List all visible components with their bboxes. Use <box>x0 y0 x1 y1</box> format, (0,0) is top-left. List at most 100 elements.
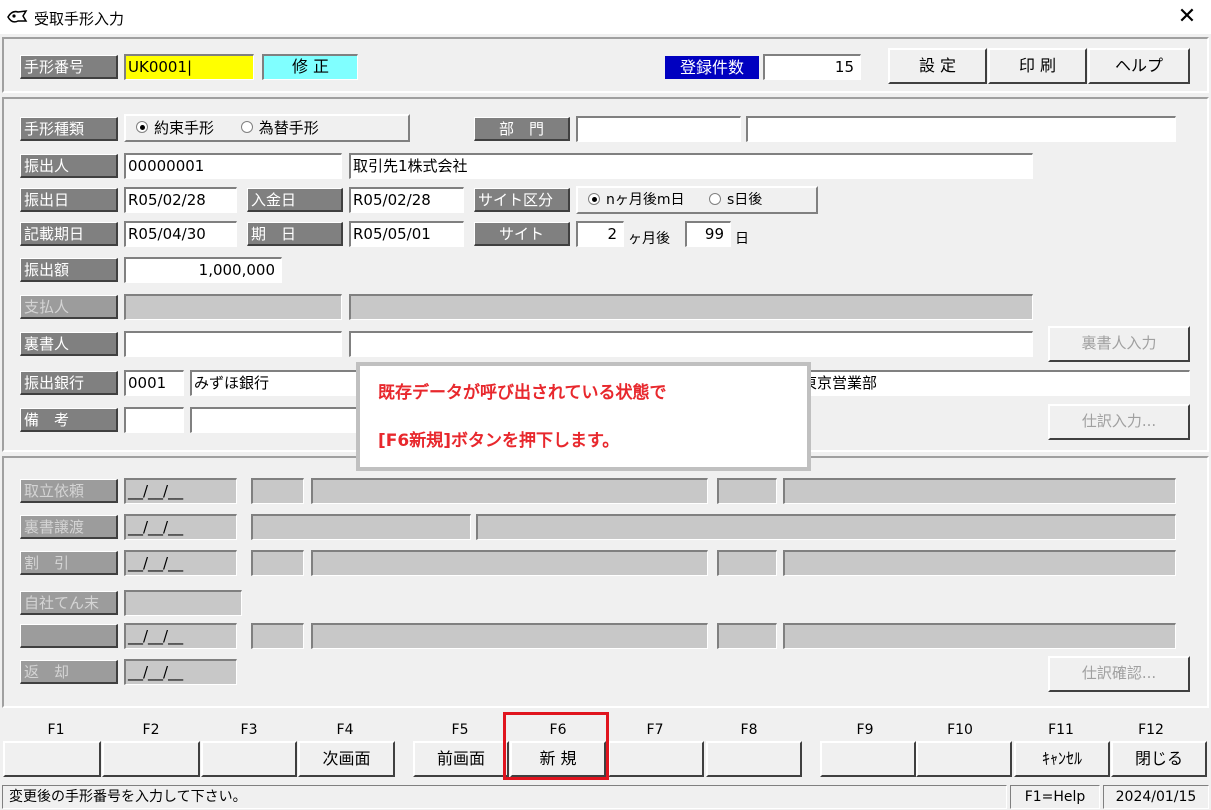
issue-date-label: 振出日 <box>20 188 118 212</box>
discount-code <box>251 550 304 576</box>
fkey-label-f3: F3 <box>240 722 258 738</box>
endorser-input-button[interactable]: 裏書人入力 <box>1048 326 1190 362</box>
blank-row-code2 <box>717 623 777 649</box>
annotation-line-2: [F6新規]ボタンを押下します。 <box>378 431 620 451</box>
fkey-button-f1[interactable] <box>3 741 101 777</box>
return-date: __/__/__ <box>124 659 237 685</box>
bank-name-input[interactable]: みずほ銀行 <box>190 370 365 396</box>
fkey-label-f9: F9 <box>856 722 874 738</box>
payer-code-input <box>124 294 342 320</box>
count-value: 15 <box>763 54 861 80</box>
radio-n-months[interactable]: nヶ月後m日 <box>588 192 685 208</box>
fkey-button-f2[interactable] <box>102 741 200 777</box>
blank-row-date: __/__/__ <box>124 623 237 649</box>
discount-name2 <box>783 550 1176 576</box>
print-button[interactable]: 印 刷 <box>988 48 1087 84</box>
journal-check-button[interactable]: 仕訳確認... <box>1048 656 1190 692</box>
entry-date-input[interactable]: R05/04/30 <box>124 221 237 247</box>
mode-badge: 修 正 <box>262 54 358 80</box>
fkey-label-f5: F5 <box>451 722 469 738</box>
endorse-transfer-code <box>251 514 471 540</box>
note-no-label: 手形番号 <box>20 55 118 79</box>
endorse-transfer-date: __/__/__ <box>124 514 237 540</box>
fkey-label-f12: F12 <box>1138 722 1164 738</box>
dept-name-input[interactable] <box>746 116 1176 142</box>
endorser-code-input[interactable] <box>124 331 342 357</box>
dept-label: 部 門 <box>474 117 570 141</box>
fkey-button-f11[interactable]: ｷｬﾝｾﾙ <box>1014 741 1110 777</box>
count-label: 登録件数 <box>665 56 759 79</box>
memo-text-input[interactable] <box>190 407 365 433</box>
branch-name-input[interactable]: 東京営業部 <box>800 370 1190 396</box>
blank-row-code <box>251 623 304 649</box>
site-type-group: nヶ月後m日 s日後 <box>576 186 818 214</box>
amount-label: 振出額 <box>20 258 118 282</box>
title-bar: 受取手形入力 ✕ <box>0 0 1211 34</box>
fkey-button-f3[interactable] <box>201 741 297 777</box>
discount-code2 <box>717 550 777 576</box>
status-help: F1=Help <box>1010 785 1100 809</box>
radio-on-icon <box>588 192 600 205</box>
radio-off-icon <box>240 121 253 133</box>
drawer-label: 振出人 <box>20 154 118 178</box>
own-settlement-label: 自社てん末 <box>20 591 118 615</box>
discount-label: 割 引 <box>20 551 118 575</box>
due-date-label: 期 日 <box>247 222 343 246</box>
note-no-input[interactable]: UK0001| <box>124 54 254 80</box>
journal-entry-button[interactable]: 仕訳入力... <box>1048 404 1190 440</box>
f6-highlight-box <box>503 712 609 780</box>
own-settlement-input <box>124 590 242 616</box>
payer-label: 支払人 <box>20 295 118 319</box>
fkey-button-f10[interactable] <box>916 741 1012 777</box>
fkey-label-f1: F1 <box>47 722 65 738</box>
fkey-label-f4: F4 <box>336 722 354 738</box>
settings-button[interactable]: 設 定 <box>888 48 987 84</box>
blank-row-label <box>20 624 118 648</box>
collection-label: 取立依頼 <box>20 479 118 503</box>
drawer-code-input[interactable]: 00000001 <box>124 153 342 179</box>
fkey-label-f8: F8 <box>740 722 758 738</box>
fkey-button-f12[interactable]: 閉じる <box>1111 741 1207 777</box>
status-date: 2024/01/15 <box>1103 785 1209 809</box>
receipt-date-input[interactable]: R05/02/28 <box>349 187 464 213</box>
collection-name2 <box>783 478 1176 504</box>
fkey-button-f9[interactable] <box>820 741 916 777</box>
note-type-label: 手形種類 <box>20 117 118 141</box>
receipt-date-label: 入金日 <box>247 188 343 212</box>
discount-name <box>311 550 708 576</box>
radio-s-days[interactable]: s日後 <box>708 192 762 208</box>
fkey-label-f7: F7 <box>646 722 664 738</box>
drawer-name-input[interactable]: 取引先1株式会社 <box>349 153 1033 179</box>
issue-date-input[interactable]: R05/02/28 <box>124 187 237 213</box>
annotation-line-1: 既存データが呼び出されている状態で <box>378 383 667 403</box>
fkey-button-f5[interactable]: 前画面 <box>413 741 509 777</box>
fkey-button-f4[interactable]: 次画面 <box>298 741 395 777</box>
return-label: 返 却 <box>20 660 118 684</box>
radio-bill-of-exchange[interactable]: 為替手形 <box>240 119 319 137</box>
fkey-label-f11: F11 <box>1048 722 1074 738</box>
fkey-label-f10: F10 <box>947 722 973 738</box>
endorser-name-input[interactable] <box>349 331 1033 357</box>
close-icon[interactable]: ✕ <box>1170 2 1204 32</box>
collection-date: __/__/__ <box>124 478 237 504</box>
memo-code-input[interactable] <box>124 407 184 433</box>
radio-promissory[interactable]: 約束手形 <box>136 119 214 137</box>
help-button[interactable]: ヘルプ <box>1088 48 1190 84</box>
annotation-callout: 既存データが呼び出されている状態で [F6新規]ボタンを押下します。 <box>356 362 811 471</box>
fkey-button-f8[interactable] <box>706 741 802 777</box>
bank-code-input[interactable]: 0001 <box>124 370 184 396</box>
memo-label: 備 考 <box>20 408 118 432</box>
endorser-label: 裏書人 <box>20 332 118 356</box>
status-message: 変更後の手形番号を入力して下さい。 <box>2 785 1007 809</box>
collection-name <box>311 478 708 504</box>
amount-input[interactable]: 1,000,000 <box>124 257 282 283</box>
fkey-label-f2: F2 <box>142 722 160 738</box>
endorse-transfer-label: 裏書譲渡 <box>20 515 118 539</box>
dept-code-input[interactable] <box>576 116 741 142</box>
payer-name-input <box>349 294 1033 320</box>
site-days-input[interactable]: 99 <box>685 221 731 247</box>
due-date-input[interactable]: R05/05/01 <box>349 221 464 247</box>
fkey-button-f7[interactable] <box>608 741 704 777</box>
site-months-input[interactable]: 2 <box>576 221 624 247</box>
radio-on-icon <box>136 121 148 133</box>
